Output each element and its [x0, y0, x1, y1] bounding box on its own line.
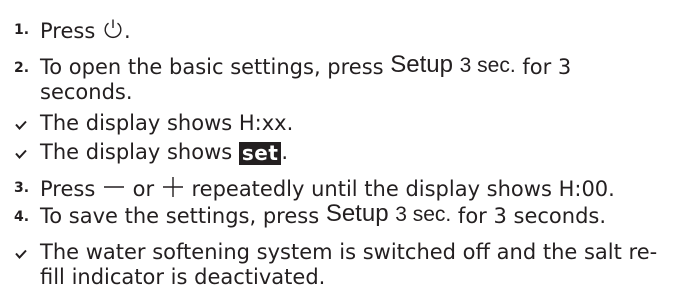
minus-icon	[102, 178, 126, 196]
step-text: To save the settings, press Setup 3 sec.…	[40, 200, 607, 229]
checkmark-icon	[14, 146, 32, 165]
display-set-badge: set	[238, 142, 282, 165]
power-icon	[102, 18, 124, 40]
result-text: The water softening system is switched o…	[40, 240, 658, 264]
step-text: Press or repeatedly until the display sh…	[40, 176, 615, 201]
instruction-document: 1. Press . 2. To open the basic settings…	[0, 0, 699, 293]
result-text: The display shows set.	[40, 140, 289, 165]
setup-button-label: Setup 3 sec.	[390, 51, 516, 78]
step-text-continuation: seconds.	[40, 80, 133, 104]
step-text: Press .	[40, 18, 131, 43]
step-text: To open the basic settings, press Setup …	[40, 51, 572, 80]
step-number: 1.	[14, 22, 30, 38]
step-number: 2.	[14, 60, 30, 76]
result-text-continuation: fill indicator is deactivated.	[40, 265, 326, 289]
checkmark-icon	[14, 246, 32, 265]
setup-button-label: Setup 3 sec.	[325, 200, 452, 227]
result-text: The display shows H:xx.	[40, 111, 294, 135]
checkmark-icon	[14, 117, 32, 136]
plus-icon	[161, 176, 185, 198]
step-number: 4.	[14, 209, 30, 225]
step-number: 3.	[14, 180, 30, 196]
